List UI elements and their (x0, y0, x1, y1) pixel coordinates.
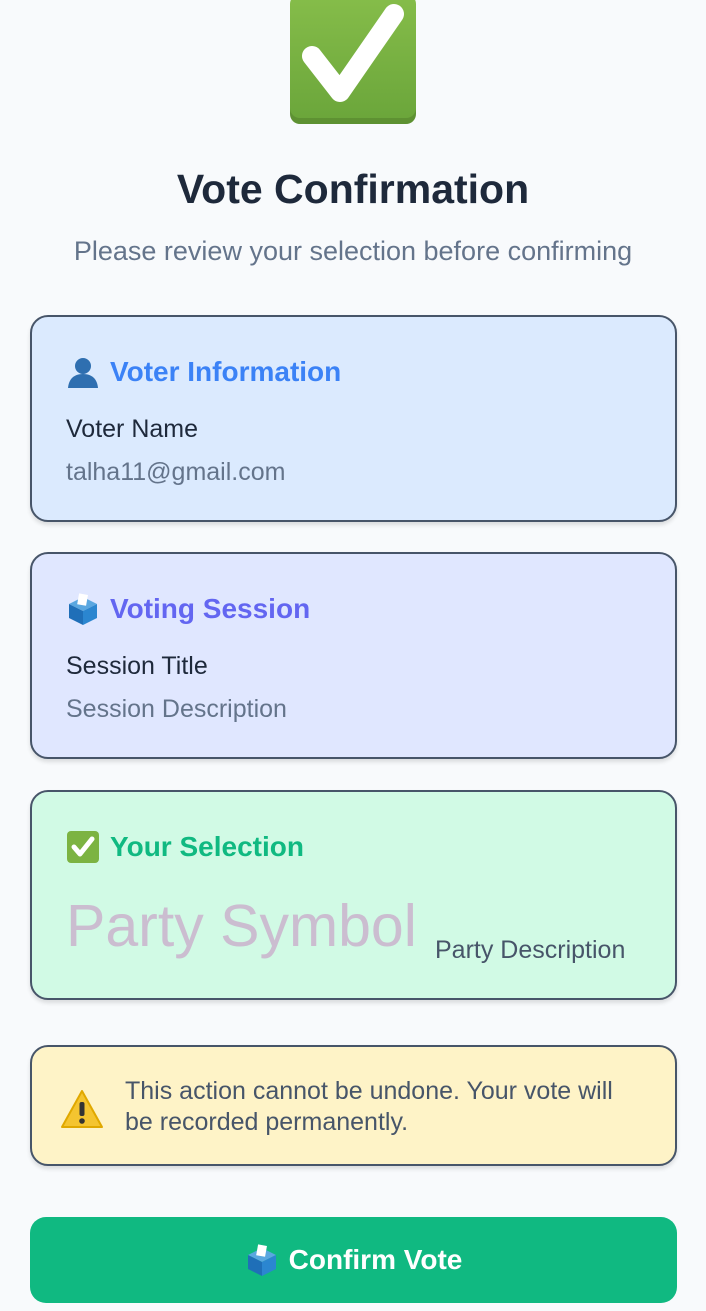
voter-email: talha11@gmail.com (66, 458, 286, 486)
person-silhouette-icon (68, 358, 98, 388)
voter-information-title: Voter Information (110, 356, 342, 387)
ballot-box-icon (69, 593, 97, 625)
confirm-vote-label: Confirm Vote (288, 1244, 463, 1275)
confirm-vote-button[interactable]: Confirm Vote (30, 1217, 677, 1303)
voter-information-heading: Voter Information (66, 355, 341, 389)
voting-session-card: Voting Session Session Title Session Des… (30, 552, 677, 759)
party-symbol: Party Symbol (66, 893, 417, 959)
session-title: Session Title (66, 652, 208, 680)
your-selection-card: Your Selection Party Symbol Party Descri… (30, 790, 677, 1000)
check-mark-box-icon (67, 831, 99, 863)
warning-icon (61, 1090, 103, 1128)
voter-name: Voter Name (66, 415, 199, 443)
your-selection-heading: Your Selection (66, 830, 304, 864)
ballot-box-icon (247, 1244, 276, 1276)
party-description: Party Description (435, 936, 626, 964)
page-subtitle: Please review your selection before conf… (73, 236, 633, 266)
voting-session-title: Voting Session (110, 593, 311, 624)
session-description: Session Description (66, 695, 287, 723)
voter-information-card: Voter Information Voter Name talha11@gma… (30, 315, 677, 522)
warning-card: This action cannot be undone. Your vote … (30, 1045, 677, 1166)
your-selection-title: Your Selection (110, 831, 304, 862)
check-mark-icon (290, 0, 416, 124)
warning-text: This action cannot be undone. Your vote … (125, 1077, 613, 1136)
voting-session-heading: Voting Session (66, 592, 310, 626)
page-title: Vote Confirmation (176, 166, 530, 212)
